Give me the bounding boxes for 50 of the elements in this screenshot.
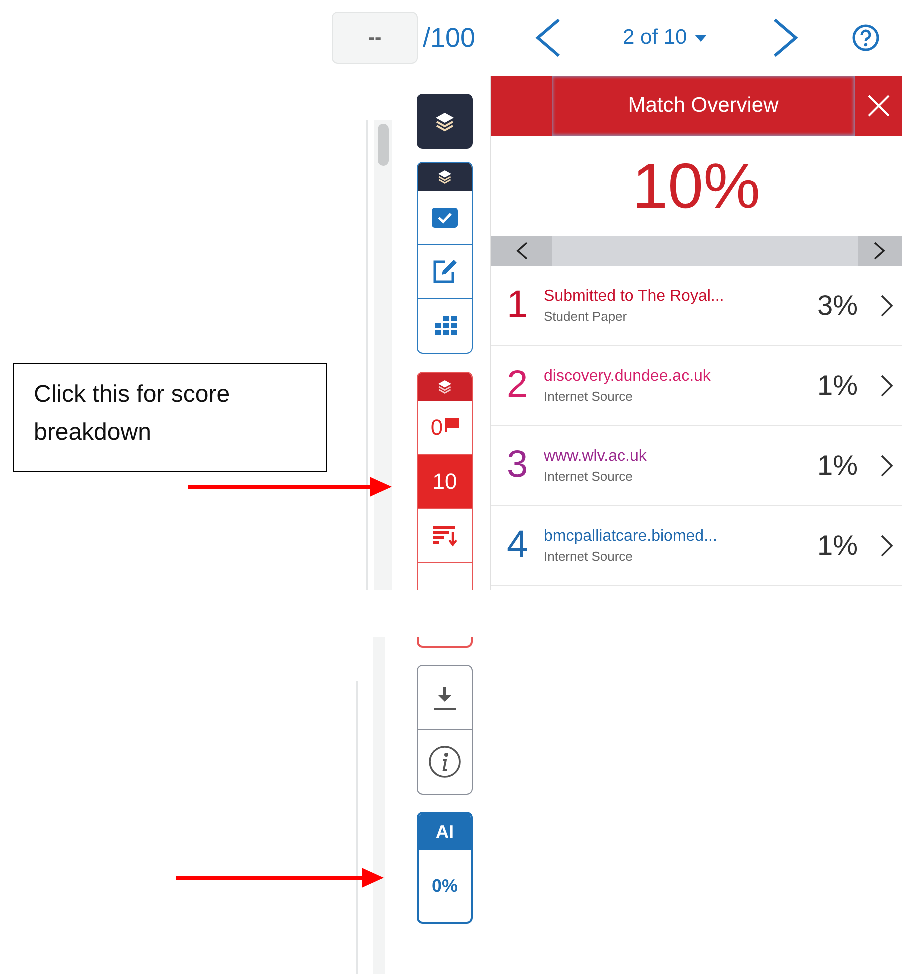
similarity-score-button[interactable]: 10 — [418, 455, 472, 509]
source-percent: 1% — [816, 370, 858, 402]
scroll-left-button[interactable] — [491, 236, 552, 266]
caret-icon — [695, 34, 708, 42]
callout-box: Click this for score breakdown — [13, 363, 327, 472]
chevron-left-icon — [514, 241, 528, 261]
source-rank: 4 — [506, 524, 530, 567]
source-rank: 3 — [506, 444, 530, 487]
layers-icon — [437, 379, 453, 395]
flag-icon — [445, 418, 460, 432]
layers-icon — [437, 169, 453, 185]
overall-score: 10% — [631, 149, 762, 224]
edit-icon — [431, 258, 459, 286]
source-percent: 1% — [816, 450, 858, 482]
next-icon[interactable] — [773, 18, 799, 58]
source-row[interactable]: 1 Submitted to The Royal... Student Paper 3% — [491, 266, 902, 346]
match-overview-tab[interactable]: Match Overview — [552, 76, 855, 136]
source-name: bmcpalliatcare.biomed... — [544, 528, 718, 546]
source-type: Internet Source — [544, 468, 634, 484]
chevron-right-icon — [880, 374, 894, 398]
previous-icon[interactable] — [535, 18, 561, 58]
source-rank: 2 — [506, 364, 530, 407]
help-icon[interactable] — [852, 24, 880, 52]
close-icon — [866, 94, 890, 118]
chevron-right-icon — [880, 534, 894, 558]
source-name: discovery.dundee.ac.uk — [544, 368, 712, 386]
chevron-right-icon — [880, 454, 894, 478]
layers-icon — [434, 110, 456, 132]
layers-button[interactable] — [417, 94, 473, 149]
chevron-right-icon — [880, 294, 894, 318]
source-type: Internet Source — [544, 388, 634, 404]
source-rank: 1 — [506, 284, 530, 327]
source-type: Student Paper — [544, 308, 628, 324]
button-group-edge — [417, 637, 473, 648]
grade-field[interactable]: -- — [332, 12, 418, 64]
scroll-right-button[interactable] — [858, 236, 902, 266]
source-percent: 3% — [816, 290, 858, 322]
grade-max: /100 — [423, 22, 477, 54]
source-type: Internet Source — [544, 548, 634, 564]
checkbox-icon — [431, 206, 459, 228]
info-icon — [428, 745, 462, 779]
source-name: Submitted to The Royal... — [544, 288, 726, 306]
ai-label: AI — [419, 814, 471, 850]
source-name: www.wlv.ac.uk — [544, 448, 648, 466]
sort-icon — [431, 524, 459, 548]
ai-score-button[interactable]: 0% — [419, 850, 471, 922]
source-percent: 1% — [816, 530, 858, 562]
pager-dropdown[interactable]: 2 of 10 — [623, 26, 753, 50]
chevron-right-icon — [873, 241, 887, 261]
scrollbar-thumb[interactable] — [378, 124, 388, 166]
